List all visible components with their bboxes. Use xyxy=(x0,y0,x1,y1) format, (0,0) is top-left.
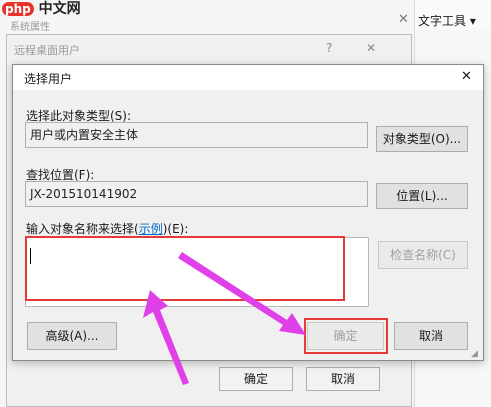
arrow-to-input xyxy=(143,290,189,385)
annotation-arrows xyxy=(143,252,306,385)
arrow-to-ok-button xyxy=(178,252,306,335)
